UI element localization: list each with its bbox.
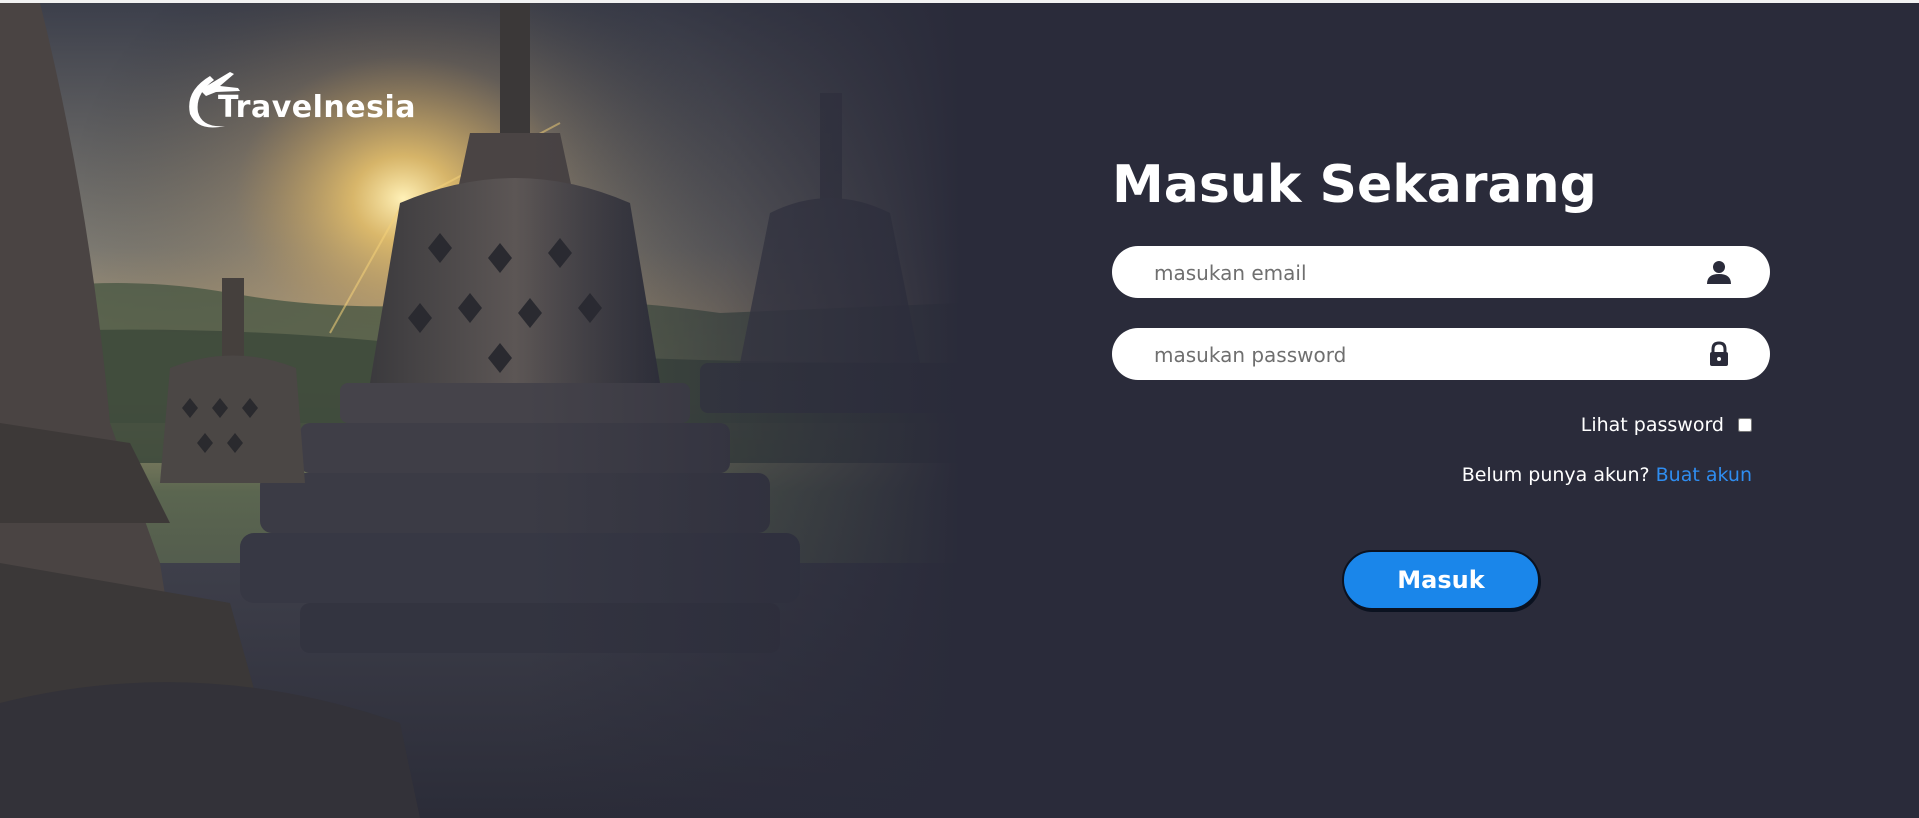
show-password-checkbox[interactable] <box>1738 418 1752 432</box>
email-input[interactable] <box>1152 246 1696 300</box>
signup-link[interactable]: Buat akun <box>1656 464 1752 486</box>
show-password-label[interactable]: Lihat password <box>1581 414 1724 436</box>
signup-prompt-text: Belum punya akun? <box>1461 464 1650 486</box>
signup-prompt-row: Belum punya akun? Buat akun <box>1462 464 1752 486</box>
password-input[interactable] <box>1152 328 1696 382</box>
user-icon <box>1707 261 1731 284</box>
page-title: Masuk Sekarang <box>1112 155 1597 215</box>
login-submit-button[interactable]: Masuk <box>1342 550 1540 610</box>
email-field-container <box>1112 246 1770 300</box>
password-field-container <box>1112 328 1770 382</box>
brand-name: Travelnesia <box>218 90 416 125</box>
brand-logo[interactable]: Travelnesia <box>180 66 440 136</box>
login-form: Masuk Sekarang Lihat password Belum puny… <box>1112 150 1772 610</box>
hero-image <box>0 3 960 818</box>
lock-icon <box>1710 341 1728 366</box>
hero-fade-overlay <box>0 3 960 818</box>
show-password-row: Lihat password <box>1581 414 1752 436</box>
login-page: Travelnesia Masuk Sekarang Lihat passwor… <box>0 0 1919 818</box>
